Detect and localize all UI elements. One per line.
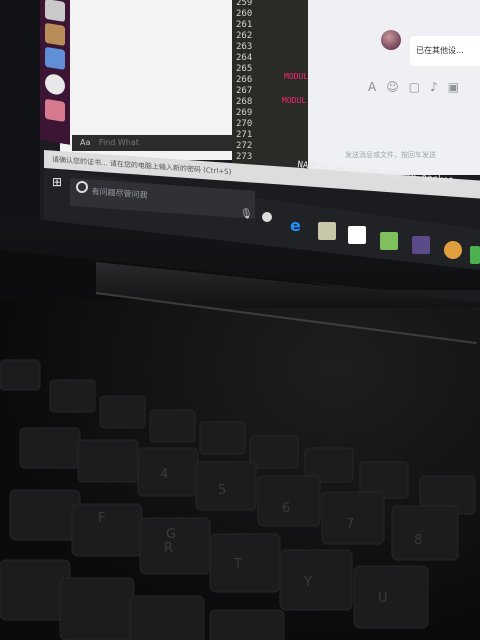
cortana-circle-icon[interactable] bbox=[76, 181, 88, 193]
dock-app-icon-3[interactable] bbox=[45, 46, 65, 70]
key[interactable] bbox=[59, 577, 135, 640]
code-tag: MODUL bbox=[282, 96, 307, 105]
key[interactable] bbox=[149, 409, 196, 443]
line-number: 269 bbox=[236, 108, 253, 118]
key[interactable] bbox=[353, 565, 429, 629]
code-gutter: 259 260 261 262 263 264 265 266 267 268 … bbox=[232, 0, 312, 170]
ubuntu-dock bbox=[40, 0, 70, 145]
key-label: U bbox=[378, 591, 388, 606]
key[interactable] bbox=[249, 435, 299, 469]
key[interactable] bbox=[199, 421, 246, 455]
key-label: 7 bbox=[346, 517, 354, 532]
store-icon[interactable] bbox=[348, 226, 366, 244]
line-number: 267 bbox=[236, 86, 253, 96]
line-number: 263 bbox=[236, 42, 253, 52]
line-number: 268 bbox=[236, 97, 253, 107]
line-number: 265 bbox=[236, 64, 253, 74]
dock-app-icon-1[interactable] bbox=[45, 0, 65, 22]
line-number: 270 bbox=[236, 119, 253, 129]
key[interactable] bbox=[0, 359, 41, 391]
chat-avatar[interactable] bbox=[381, 30, 401, 50]
key[interactable] bbox=[279, 549, 353, 611]
key-label: F bbox=[98, 511, 105, 526]
line-number: 273 bbox=[236, 152, 253, 162]
line-number: 260 bbox=[236, 9, 253, 19]
chrome-icon[interactable] bbox=[444, 241, 462, 259]
key[interactable] bbox=[391, 505, 459, 561]
keyboard: 4 5 6 7 8 R T Y U F G bbox=[0, 359, 476, 640]
task-view-icon[interactable] bbox=[262, 212, 272, 222]
windows-start-icon[interactable]: ⊞ bbox=[52, 175, 62, 189]
emoji-icon[interactable]: ☺ bbox=[386, 80, 409, 94]
line-number: 262 bbox=[236, 31, 253, 41]
line-number: 264 bbox=[236, 53, 253, 63]
app-icon-green[interactable] bbox=[380, 232, 398, 250]
file-explorer-icon[interactable] bbox=[318, 222, 336, 240]
find-input[interactable]: Find What bbox=[99, 138, 139, 147]
chat-input-hint[interactable]: 发送消息或文件，按回车发送 bbox=[345, 150, 436, 160]
screenshot-icon[interactable]: ▢ bbox=[409, 80, 430, 94]
key-label: R bbox=[164, 541, 173, 556]
key[interactable] bbox=[71, 503, 143, 557]
key[interactable] bbox=[129, 595, 205, 640]
key-label: T bbox=[233, 557, 242, 572]
line-number: 266 bbox=[236, 75, 253, 85]
font-icon[interactable]: A bbox=[368, 80, 386, 94]
key[interactable] bbox=[209, 609, 285, 640]
key[interactable] bbox=[49, 379, 96, 413]
key-label: 8 bbox=[414, 533, 422, 548]
key[interactable] bbox=[99, 395, 146, 429]
dock-app-icon-2[interactable] bbox=[45, 22, 65, 46]
key[interactable] bbox=[9, 489, 81, 541]
app-icon-purple[interactable] bbox=[412, 236, 430, 254]
code-tag: MODUL bbox=[284, 72, 309, 81]
mic-icon[interactable]: ♪ bbox=[430, 80, 448, 94]
line-number: 271 bbox=[236, 130, 253, 140]
key-label: 5 bbox=[218, 483, 226, 498]
key-label: Y bbox=[303, 575, 312, 590]
key[interactable] bbox=[77, 439, 139, 483]
line-number: 272 bbox=[236, 141, 253, 151]
line-number: 259 bbox=[236, 0, 253, 8]
key[interactable] bbox=[209, 533, 281, 593]
dock-app-icon-5[interactable] bbox=[45, 98, 65, 122]
case-toggle[interactable]: Aa bbox=[80, 138, 90, 147]
chat-bubble: 已在其他设... bbox=[410, 36, 480, 66]
app-icon-edge[interactable] bbox=[470, 246, 480, 264]
key-label: 4 bbox=[160, 467, 168, 482]
key[interactable] bbox=[19, 427, 81, 469]
microphone-icon[interactable]: 🎙 bbox=[240, 209, 253, 220]
find-bar[interactable]: Aa Find What bbox=[72, 135, 240, 151]
key-label: G bbox=[166, 527, 176, 542]
chat-toolbar[interactable]: A☺▢♪▣ bbox=[368, 80, 469, 94]
key-label: 6 bbox=[282, 501, 290, 516]
dock-app-icon-4[interactable] bbox=[45, 72, 65, 96]
edge-icon[interactable]: e bbox=[290, 216, 308, 235]
image-icon[interactable]: ▣ bbox=[448, 80, 469, 94]
line-number: 261 bbox=[236, 20, 253, 30]
